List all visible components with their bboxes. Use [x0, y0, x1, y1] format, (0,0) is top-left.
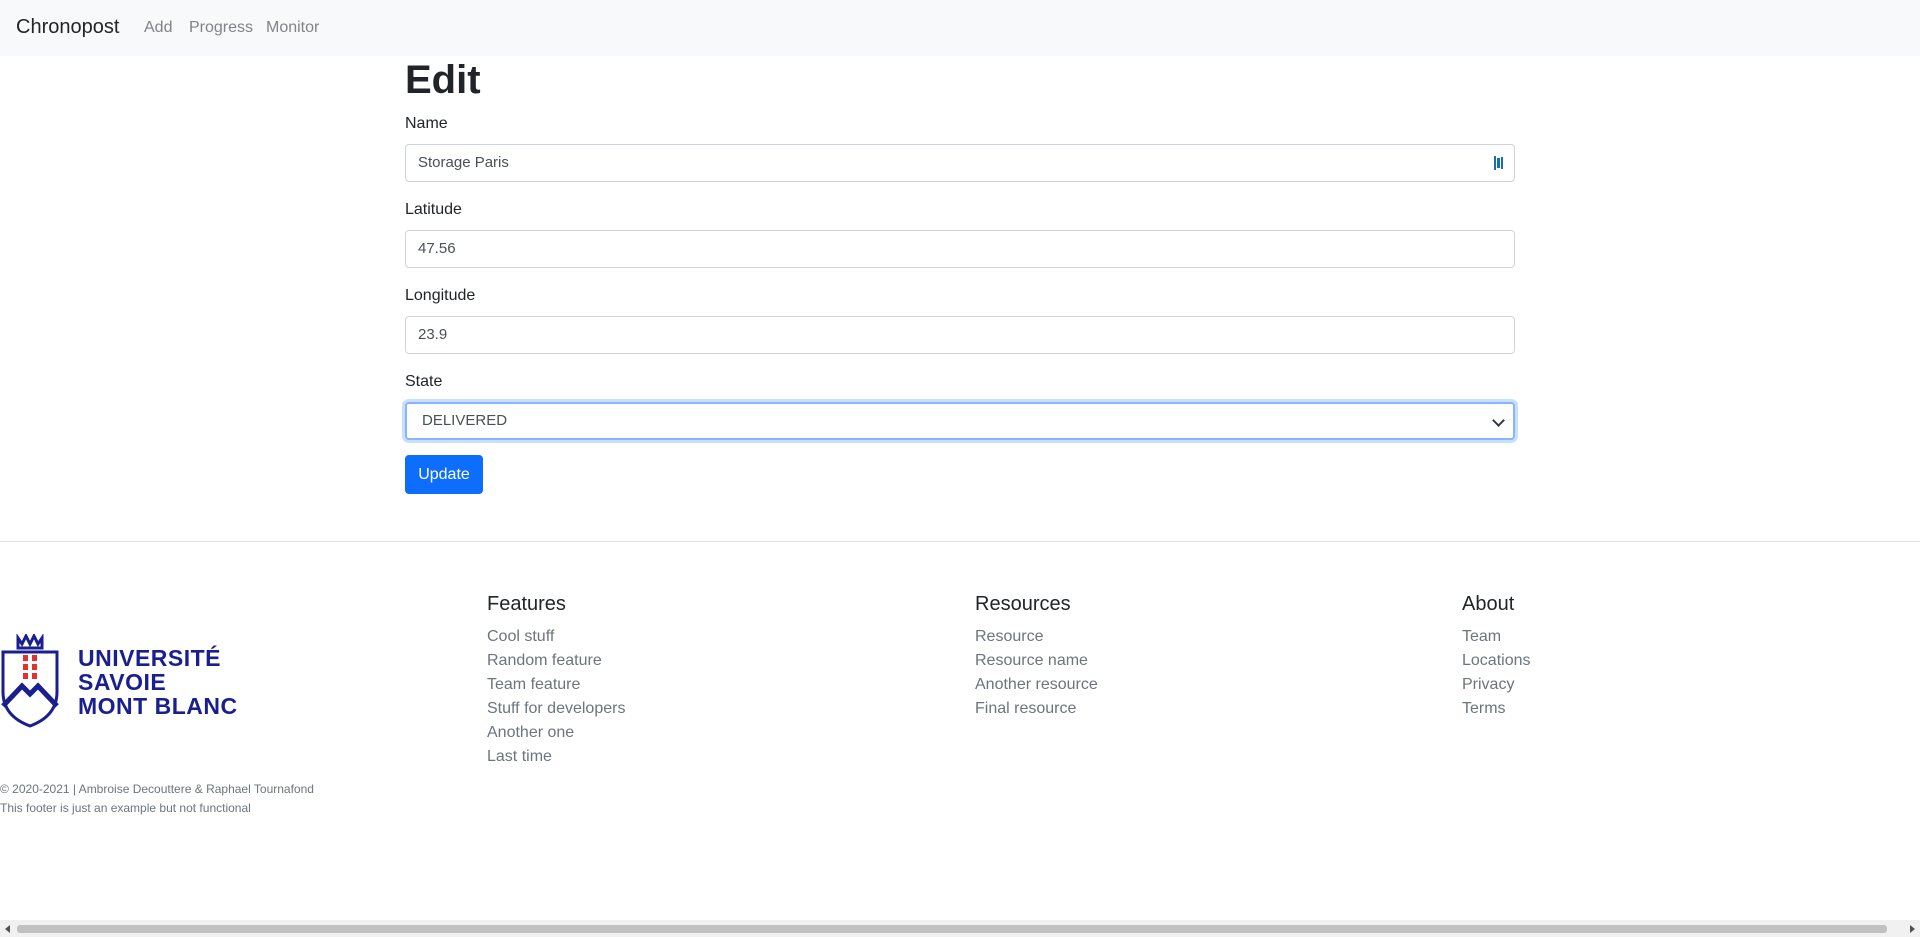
footer-link[interactable]: Stuff for developers [487, 697, 625, 721]
logo-line-3: MONT BLANC [78, 693, 238, 719]
footer-link[interactable]: Cool stuff [487, 625, 625, 649]
longitude-input-value: 23.9 [418, 326, 448, 343]
footer-link[interactable]: Locations [1462, 649, 1531, 673]
footer-link[interactable]: Another one [487, 721, 625, 745]
copyright-block: © 2020-2021 | Ambroise Decouttere & Raph… [0, 780, 314, 818]
footer-link[interactable]: Resource name [975, 649, 1098, 673]
about-heading: About [1462, 593, 1515, 615]
name-label: Name [405, 115, 448, 132]
footer-link[interactable]: Terms [1462, 697, 1531, 721]
name-input[interactable]: Storage Paris [405, 144, 1515, 182]
logo-line-2: SAVOIE [78, 669, 167, 695]
footer-link[interactable]: Team feature [487, 673, 625, 697]
name-input-value: Storage Paris [418, 154, 509, 171]
update-button[interactable]: Update [405, 455, 483, 494]
logo-line-1: UNIVERSITÉ [78, 645, 222, 671]
state-select-value: DELIVERED [422, 412, 508, 429]
university-crest-icon [1, 634, 59, 728]
footer-divider [0, 541, 1920, 542]
scrollbar-thumb[interactable] [17, 925, 1887, 933]
scroll-left-icon[interactable] [5, 925, 10, 933]
nav-add-link[interactable]: Add [144, 19, 172, 37]
password-manager-icon[interactable] [1494, 156, 1504, 170]
resources-list: Resource Resource name Another resource … [975, 625, 1098, 721]
latitude-input[interactable]: 47.56 [405, 230, 1515, 268]
about-list: Team Locations Privacy Terms [1462, 625, 1531, 721]
nav-monitor-link[interactable]: Monitor [266, 19, 319, 37]
horizontal-scrollbar[interactable] [0, 920, 1920, 937]
footer-link[interactable]: Last time [487, 745, 625, 769]
chevron-down-icon [1492, 414, 1505, 427]
university-logo: UNIVERSITÉ SAVOIE MONT BLANC [0, 634, 255, 728]
longitude-label: Longitude [405, 287, 476, 304]
page-title: Edit [405, 58, 481, 102]
features-heading: Features [487, 593, 566, 615]
footer-link[interactable]: Random feature [487, 649, 625, 673]
footer-note: This footer is just an example but not f… [0, 801, 251, 815]
longitude-input[interactable]: 23.9 [405, 316, 1515, 354]
navbar: Chronopost Add Progress Monitor [0, 0, 1920, 56]
footer-link[interactable]: Resource [975, 625, 1098, 649]
copyright-text: © 2020-2021 | Ambroise Decouttere & Raph… [0, 782, 314, 796]
nav-progress-link[interactable]: Progress [189, 19, 253, 37]
footer-link[interactable]: Final resource [975, 697, 1098, 721]
scroll-right-icon[interactable] [1910, 925, 1915, 933]
resources-heading: Resources [975, 593, 1071, 615]
latitude-input-value: 47.56 [418, 240, 456, 257]
features-list: Cool stuff Random feature Team feature S… [487, 625, 625, 769]
brand-link[interactable]: Chronopost [16, 16, 119, 39]
footer-link[interactable]: Team [1462, 625, 1531, 649]
state-label: State [405, 373, 443, 390]
latitude-label: Latitude [405, 201, 462, 218]
footer-link[interactable]: Privacy [1462, 673, 1531, 697]
footer-link[interactable]: Another resource [975, 673, 1098, 697]
state-select[interactable]: DELIVERED [405, 402, 1515, 440]
